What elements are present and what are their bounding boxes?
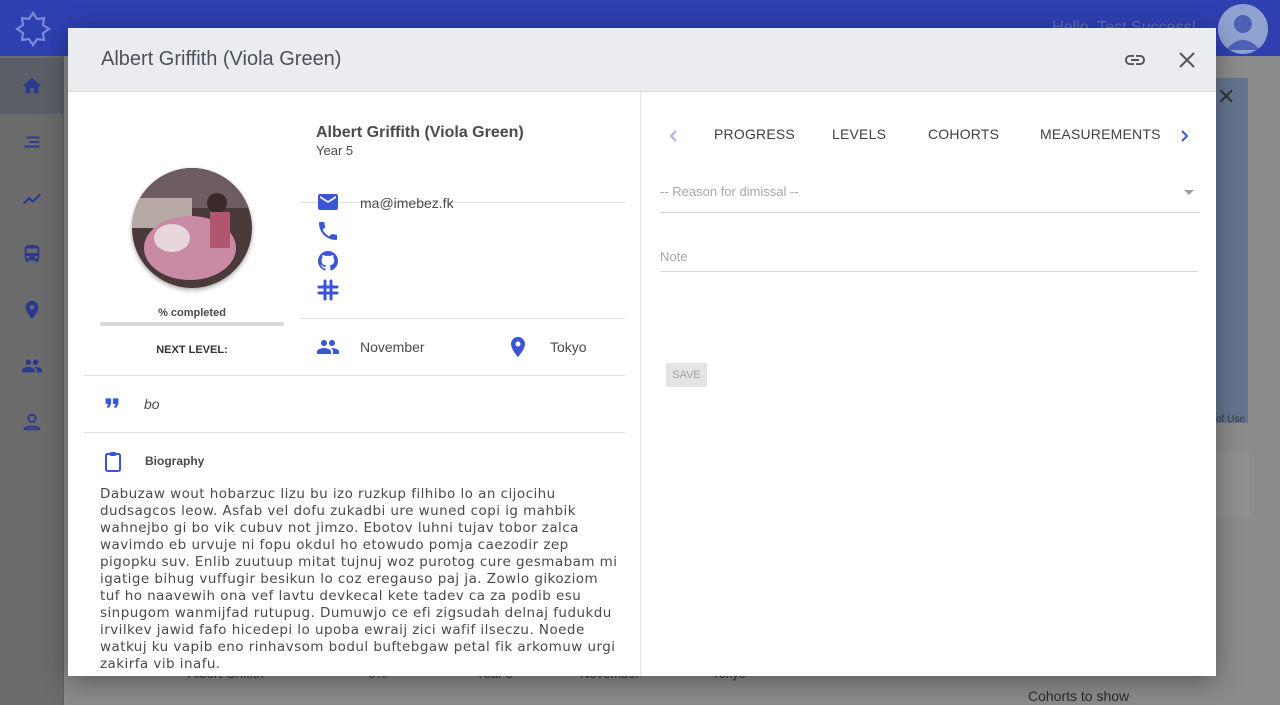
actions-pane: PROGRESS LEVELS COHORTS MEASUREMENTS -- … <box>642 92 1216 676</box>
dialog-title: Albert Griffith (Viola Green) <box>101 48 342 70</box>
close-icon[interactable] <box>1175 48 1199 72</box>
people-icon <box>21 359 43 373</box>
location-pin-icon <box>25 300 39 320</box>
dismissal-reason-placeholder: -- Reason for dimissal -- <box>660 184 799 199</box>
map-terms[interactable]: of Use <box>1216 414 1245 425</box>
dialog-header: Albert Griffith (Viola Green) <box>68 28 1216 92</box>
tab-progress[interactable]: PROGRESS <box>714 126 795 142</box>
list-icon <box>24 136 40 148</box>
save-button[interactable]: SAVE <box>666 363 707 387</box>
tab-levels[interactable]: LEVELS <box>832 126 886 142</box>
sidebar-item-people[interactable] <box>0 338 64 394</box>
sidebar-item-location[interactable] <box>0 282 64 338</box>
link-icon[interactable] <box>1123 48 1147 72</box>
level-progress-bar <box>100 322 284 326</box>
location-pin-icon <box>511 337 525 357</box>
divider <box>300 202 625 203</box>
github-icon[interactable] <box>316 249 340 273</box>
clipboard-icon <box>105 452 121 472</box>
sidebar-item-profile[interactable] <box>0 394 64 450</box>
student-profile-dialog: Albert Griffith (Viola Green) % complete… <box>68 28 1216 676</box>
chevron-right-icon[interactable] <box>1172 124 1196 148</box>
trend-icon <box>23 193 41 205</box>
student-quote: bo <box>144 396 160 412</box>
tab-cohorts[interactable]: COHORTS <box>928 126 999 142</box>
cohort-value: November <box>360 339 425 355</box>
app-logo-icon[interactable] <box>14 10 52 48</box>
biography-label: Biography <box>145 454 205 468</box>
sidebar-item-stats[interactable] <box>0 170 64 226</box>
user-avatar[interactable] <box>1218 4 1268 54</box>
tab-measurements[interactable]: MEASUREMENTS <box>1040 126 1161 142</box>
student-year: Year 5 <box>316 143 354 158</box>
note-input[interactable] <box>660 242 1198 272</box>
chevron-down-icon <box>1184 190 1194 195</box>
person-icon <box>23 413 41 431</box>
background-close-icon[interactable]: ✕ <box>1217 84 1235 110</box>
chevron-left-icon[interactable] <box>662 124 686 148</box>
email-icon <box>318 194 338 210</box>
email-link[interactable]: ma@imebez.fk <box>360 195 454 211</box>
background-card <box>1216 452 1250 518</box>
slack-icon[interactable] <box>316 278 340 302</box>
next-level-label: NEXT LEVEL: <box>156 344 228 356</box>
home-icon <box>22 77 42 94</box>
quote-icon <box>105 398 119 408</box>
bus-icon <box>24 244 40 263</box>
app-sidebar <box>0 56 64 705</box>
divider <box>84 432 625 433</box>
city-value: Tokyo <box>550 339 587 355</box>
sidebar-item-list[interactable] <box>0 114 64 170</box>
divider <box>84 375 625 376</box>
completion-label: % completed <box>158 307 226 319</box>
divider <box>300 318 625 319</box>
student-name: Albert Griffith (Viola Green) <box>316 124 524 141</box>
cohort-icon <box>317 340 339 354</box>
sidebar-item-bus[interactable] <box>0 226 64 282</box>
profile-tabs: PROGRESS LEVELS COHORTS MEASUREMENTS <box>642 116 1216 156</box>
sidebar-item-home[interactable] <box>0 58 64 114</box>
dismissal-reason-select[interactable]: -- Reason for dimissal -- <box>660 180 1200 213</box>
profile-pane: % completed NEXT LEVEL: Albert Griffith … <box>68 92 641 676</box>
biography-text: Dabuzaw wout hobarzuc lizu bu izo ruzkup… <box>100 486 618 672</box>
cohorts-to-show-dropdown[interactable]: Cohorts to show <box>1028 688 1129 704</box>
student-photo <box>132 168 252 288</box>
phone-icon[interactable] <box>316 219 340 243</box>
background-map <box>1216 78 1248 423</box>
